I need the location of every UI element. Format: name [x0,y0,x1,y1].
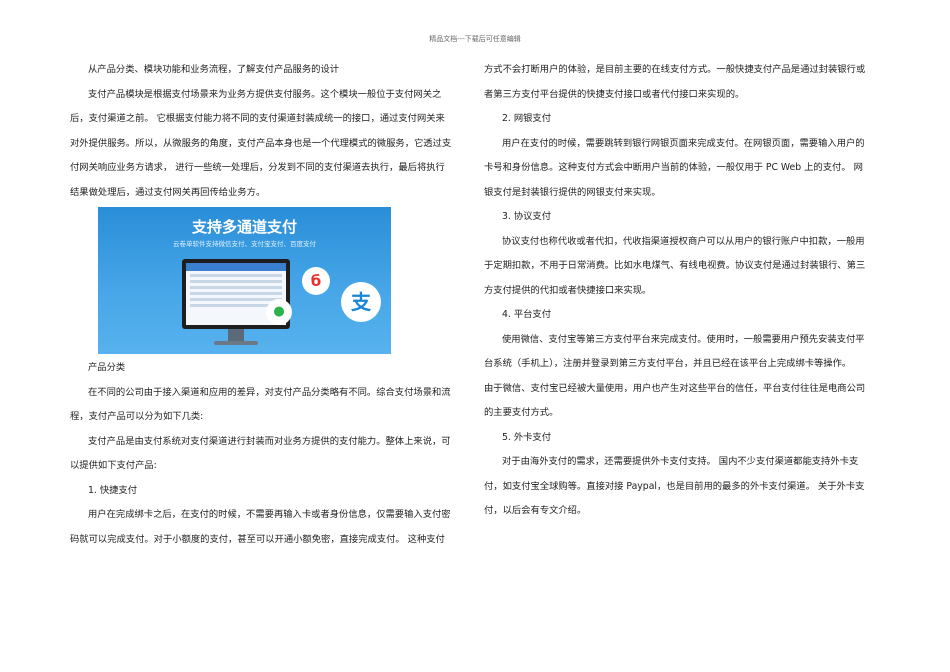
wechat-pay-icon: ● [266,299,292,325]
paragraph-line: 协议支付也称代收或者代扣，代收指渠道授权商户可以从用户的银行账户中扣款，一般用 [502,235,865,247]
paragraph-line: 程，支付产品可以分为如下几类: [70,411,204,422]
paragraph-line: 在不同的公司由于接入渠道和应用的差异，对支付产品分类略有不同。综合支付场景和流 [88,386,451,398]
left-column: 从产品分类、模块功能和业务流程，了解支付产品服务的设计 支付产品模块是根据支付场… [70,58,465,552]
right-column: 方式不会打断用户的体验，是目前主要的在线支付方式。一般快捷支付产品是通过封装银行… [484,58,879,524]
item-heading: 4. 平台支付 [502,309,552,320]
page-header: 精品文档---下载后可任意编辑 [429,35,521,43]
paragraph-line: 的主要支付方式。 [484,407,559,418]
paragraph-line: 后，支付渠道之前。 它根据支付能力将不同的支付渠道封装成统一的接口，通过支付网关… [70,113,445,124]
alipay-icon: 支 [341,282,381,322]
paragraph-line: 银支付是封装银行提供的网银支付来实现。 [484,186,661,198]
multi-channel-payment-image: 支持多通道支付 云卷单软件支持微信支付、支付宝支付、百度支付 б 支 ● [98,207,391,354]
figure-title: 支持多通道支付 [191,218,297,236]
paragraph-line: 方支付提供的代扣或者快捷接口来实现。 [484,284,652,296]
paragraph-line: 码就可以完成支付。对于小额度的支付，甚至可以开通小额免密，直接完成支付。 这种支… [70,533,445,545]
section-heading: 产品分类 [88,362,126,373]
paragraph-line: 台系统（手机上），注册并登录到第三方支付平台，并且已经在该平台上完成绑卡等操作。 [484,358,852,369]
item-heading: 2. 网银支付 [502,113,552,124]
paragraph-line: 付，以后会有专文介绍。 [484,505,587,516]
paragraph-line: 对外提供服务。所以，从微服务的角度，支付产品本身也是一个代理模式的微服务，它透过… [70,137,452,149]
monitor-base [214,341,258,345]
paragraph-line: 由于微信、支付宝已经被大量使用，用户也产生对这些平台的信任，平台支付往往是电商公… [484,382,866,394]
paragraph-line: 卡号和身份信息。这种支付方式会中断用户当前的体验，一般仅用于 PC Web 上的… [484,162,863,173]
paragraph-line: 付网关响应业务方请求， 进行一些统一处理后，分发到不同的支付渠道去执行，最后将执… [70,162,445,173]
figure-subtitle: 云卷单软件支持微信支付、支付宝支付、百度支付 [173,240,316,248]
paragraph-line: 以提供如下支付产品: [70,460,157,471]
paragraph-line: 付，如支付宝全球购等。直接对接 Paypal，也是目前用的最多的外卡支付渠道。 … [484,480,865,492]
paragraph-line: 用户在完成绑卡之后，在支付的时候，不需要再输入卡或者身份信息，仅需要输入支付密 [88,509,451,520]
paragraph-line: 结果做处理后，通过支付网关再回传给业务方。 [70,186,266,198]
paragraph-line: 用户在支付的时候，需要跳转到银行网银页面来完成支付。在网银页面，需要输入用户的 [502,137,865,149]
paragraph-line: 支付产品是由支付系统对支付渠道进行封装而对业务方提供的支付能力。整体上来说，可 [88,435,451,447]
paragraph-line: 使用微信、支付宝等第三方支付平台来完成支付。使用时，一般需要用户预先安装支付平 [502,333,865,345]
paragraph-line: 者第三方支付平台提供的快捷支付接口或者代付接口来实现的。 [484,88,745,100]
item-heading: 1. 快捷支付 [88,484,138,496]
intro-line: 从产品分类、模块功能和业务流程，了解支付产品服务的设计 [88,64,340,75]
paragraph-line: 对于由海外支付的需求，还需要提供外卡支付支持。 国内不少支付渠道都能支持外卡支 [502,456,859,467]
paragraph-line: 于定期扣款，不用于日常消费。比如水电煤气、有线电视费。协议支付是通过封装银行、第… [484,260,866,271]
item-heading: 5. 外卡支付 [502,431,552,443]
paragraph-line: 方式不会打断用户的体验，是目前主要的在线支付方式。一般快捷支付产品是通过封装银行… [484,64,866,75]
paragraph-line: 支付产品模块是根据支付场景来为业务方提供支付服务。这个模块一般位于支付网关之 [88,88,442,100]
baidu-pay-icon: б [302,267,330,295]
item-heading: 3. 协议支付 [502,211,552,222]
